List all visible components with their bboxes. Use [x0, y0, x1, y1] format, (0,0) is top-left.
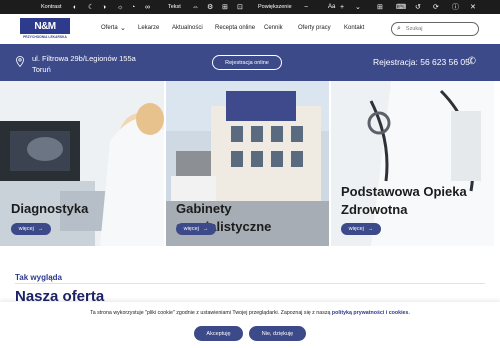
card-gabinety-specjalistyczne[interactable]: Gabinety specjalistyczne więcej → [166, 81, 329, 246]
search-icon: ⌕ [397, 25, 401, 32]
accessibility-toolbar: Kontrast ◐ ☾ ◑ ☼ ◔ ∞ Tekst ⇔ ⚙ ⊞ ⊡ Powię… [0, 0, 500, 14]
nav-item-recepta-online[interactable]: Recepta online [215, 25, 255, 31]
nav-item-oferta[interactable]: Oferta [101, 25, 118, 31]
doctor-stethoscope-photo [331, 81, 494, 246]
zoom-label: Powiększenie [258, 4, 292, 10]
more-button-label: więcej [183, 226, 199, 232]
contrast-half-icon[interactable]: ◐ [73, 0, 77, 14]
arrow-right-icon: → [367, 226, 374, 232]
more-button[interactable]: więcej → [11, 223, 51, 235]
card-title-line-1: Podstawowa Opieka [341, 184, 467, 199]
cookie-text: Ta strona wykorzystuje "pliki cookie" zg… [0, 310, 500, 316]
cookie-text-before: Ta strona wykorzystuje "pliki cookie" zg… [90, 310, 332, 316]
moon-icon[interactable]: ☾ [88, 0, 94, 14]
address-line-1: ul. Filtrowa 29b/Legionów 155a [32, 54, 136, 63]
invert-icon[interactable]: ◑ [102, 0, 106, 14]
card-title: Diagnostyka [11, 201, 89, 216]
refresh-icon[interactable]: ⟳ [433, 0, 439, 14]
info-icon[interactable]: ⓘ [452, 0, 459, 14]
address-line-2: Toruń [32, 65, 51, 74]
logo[interactable]: N&M PRZYCHODNIA LEKARSKA [17, 18, 73, 40]
address: ul. Filtrowa 29b/Legionów 155a Toruń [32, 53, 136, 75]
card-diagnostyka[interactable]: Diagnostyka więcej → [0, 81, 164, 246]
diagnostics-photo [0, 81, 164, 246]
grayscale-icon[interactable]: ◔ [131, 0, 135, 14]
link-highlight-icon[interactable]: ∞ [145, 0, 150, 14]
site-header: N&M PRZYCHODNIA LEKARSKA Oferta ⌄ Lekarz… [0, 14, 500, 44]
more-button-label: więcej [348, 226, 364, 232]
reset-icon[interactable]: ↺ [415, 0, 421, 14]
chevron-down-icon[interactable]: ⌄ [355, 0, 361, 14]
register-online-button[interactable]: Rejestracja online [212, 55, 282, 70]
card-title-line-2: Zdrowotna [341, 202, 408, 217]
keyboard-icon[interactable]: ⌨ [396, 0, 406, 14]
phone-number[interactable]: Rejestracja: 56 623 56 05 [373, 57, 470, 67]
privacy-policy-link[interactable]: polityką prywatności i cookies [332, 310, 409, 316]
chevron-down-icon[interactable]: ⌄ [120, 24, 126, 32]
section-divider [15, 283, 485, 284]
info-bar: ul. Filtrowa 29b/Legionów 155a Toruń Rej… [0, 44, 500, 81]
text-label: Tekst [168, 4, 181, 10]
grid-icon[interactable]: ⊞ [377, 0, 383, 14]
nav-item-cennik[interactable]: Cennik [264, 25, 283, 31]
logo-subtitle: PRZYCHODNIA LEKARSKA [23, 35, 67, 39]
search-input[interactable] [405, 26, 466, 32]
card-podstawowa-opieka-zdrowotna[interactable]: Podstawowa Opieka Zdrowotna więcej → [331, 81, 494, 246]
contrast-label: Kontrast [41, 4, 62, 10]
cursor-icon[interactable]: ⊡ [237, 0, 243, 14]
arrow-right-icon: → [202, 226, 209, 232]
accept-cookies-button[interactable]: Akceptuję [194, 326, 243, 341]
location-pin-icon [16, 56, 24, 67]
text-spacing-icon[interactable]: ⇔ [192, 0, 199, 14]
more-button-label: więcej [18, 226, 34, 232]
more-button[interactable]: więcej → [341, 223, 381, 235]
logo-mark: N&M [20, 18, 70, 34]
nav-item-kontakt[interactable]: Kontakt [344, 25, 364, 31]
font-icon[interactable]: ⊞ [222, 0, 228, 14]
section-kicker: Tak wygląda [15, 273, 62, 282]
settings-icon[interactable]: ⚙ [207, 0, 213, 14]
decline-cookies-button[interactable]: Nie, dziękuję [249, 326, 306, 341]
zoom-out-icon[interactable]: − [304, 0, 308, 14]
more-button[interactable]: więcej → [176, 223, 216, 235]
nav-item-aktualnosci[interactable]: Aktualności [172, 25, 203, 31]
nav-item-lekarze[interactable]: Lekarze [138, 25, 159, 31]
nav-item-oferty-pracy[interactable]: Oferty pracy [298, 25, 331, 31]
font-size-icon[interactable]: Aa [328, 0, 335, 14]
sun-icon[interactable]: ☼ [117, 0, 123, 14]
zoom-in-icon[interactable]: + [340, 0, 344, 14]
cookie-text-after: . [408, 310, 410, 316]
close-icon[interactable]: ✕ [470, 0, 476, 14]
card-title: Podstawowa Opieka Zdrowotna [341, 183, 467, 219]
cookie-banner: Ta strona wykorzystuje "pliki cookie" zg… [0, 302, 500, 348]
arrow-right-icon: → [37, 226, 44, 232]
search-box[interactable]: ⌕ [391, 22, 479, 36]
